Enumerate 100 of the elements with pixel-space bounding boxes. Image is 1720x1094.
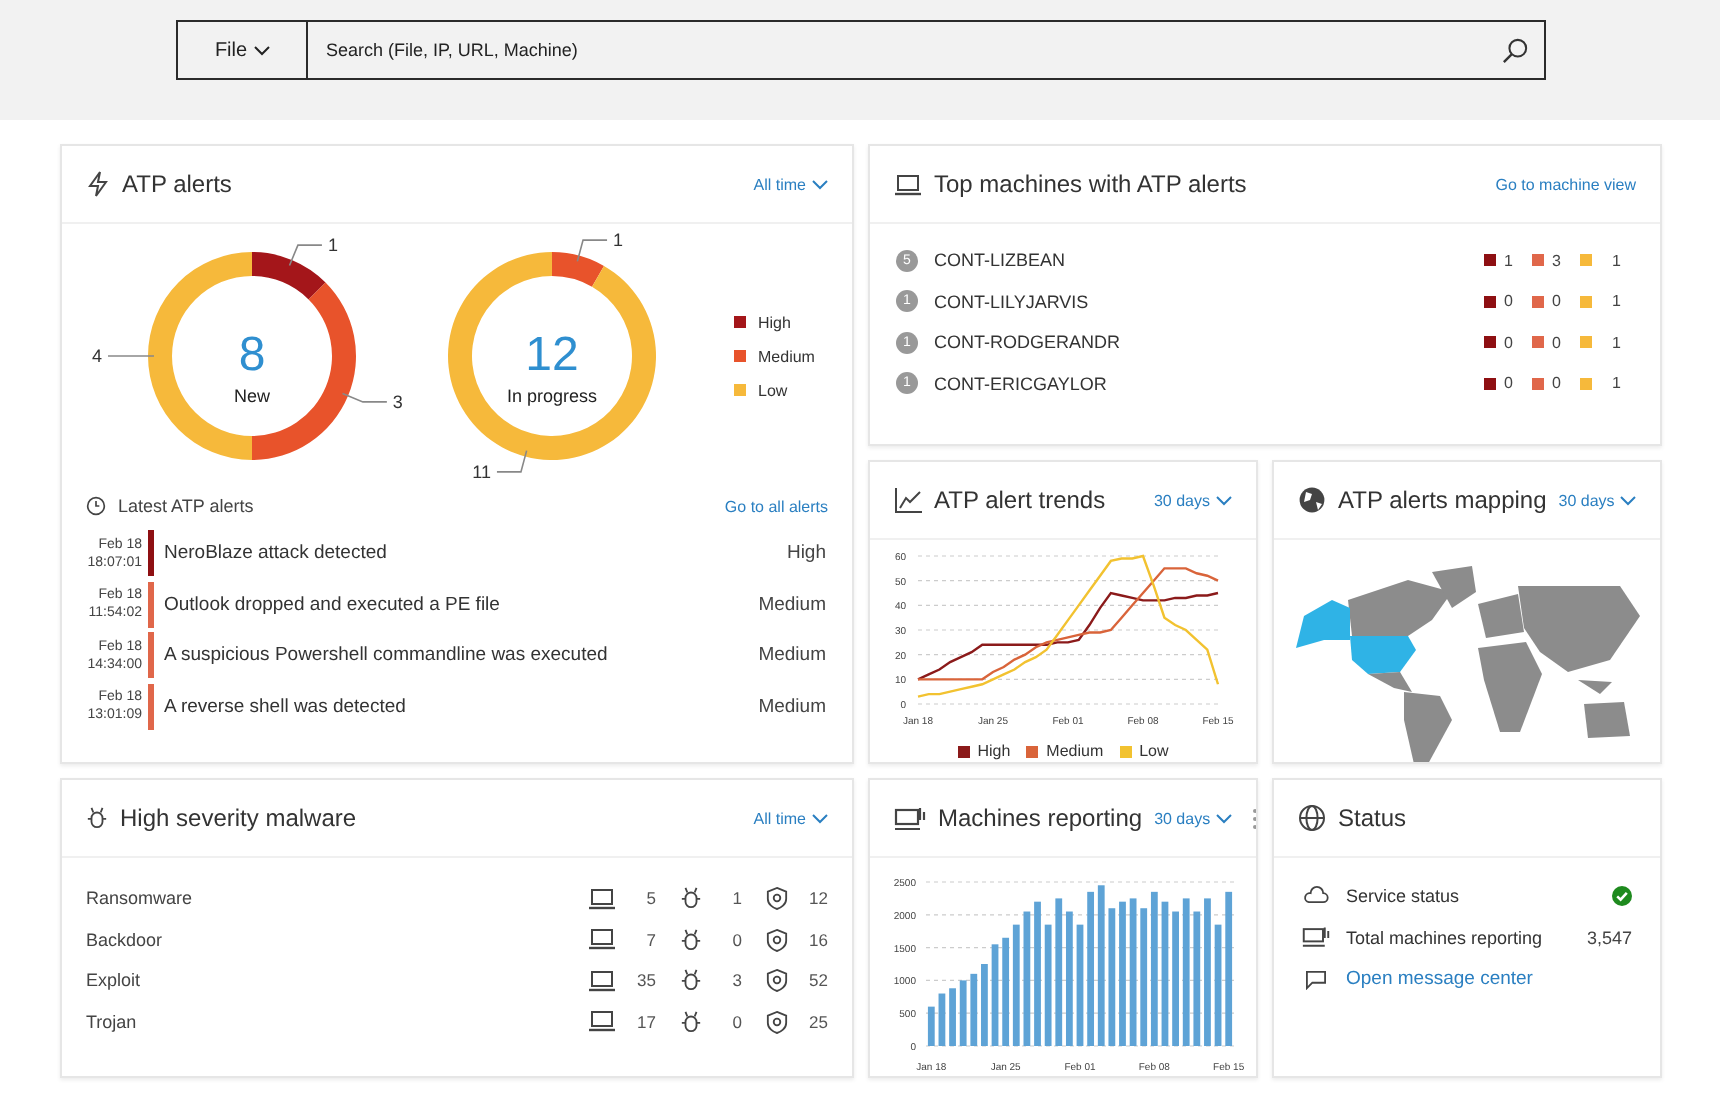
low-count: 1 [1612, 374, 1623, 393]
shield-icon [766, 1009, 788, 1034]
machine-count: 17 [635, 1011, 656, 1032]
chart-bar [1023, 911, 1031, 1046]
chart-bar [949, 988, 956, 1046]
machine-name[interactable]: CONT-LIZBEAN [934, 250, 1468, 271]
time-range-dropdown[interactable]: All time [753, 809, 828, 827]
detection-count: 25 [807, 1011, 828, 1032]
laptop-icon [588, 969, 616, 992]
chart-bar [1193, 911, 1201, 1046]
laptop-icon [588, 928, 616, 951]
medium-severity-swatch [1532, 295, 1544, 308]
search-icon[interactable] [1502, 37, 1528, 63]
card-title: ATP alert trends [934, 486, 1106, 514]
chat-icon [1302, 969, 1330, 989]
time-range-dropdown[interactable]: All time [753, 175, 828, 193]
card-title: ATP alerts mapping [1338, 486, 1547, 514]
alert-severity: Medium [758, 593, 826, 616]
leader-line [341, 392, 388, 403]
message-center-link[interactable]: Open message center [1346, 968, 1533, 990]
search-scope-dropdown[interactable]: File [178, 22, 308, 78]
medium-severity-swatch [1532, 254, 1544, 267]
machine-count: 7 [644, 929, 656, 950]
card-title: Machines reporting [938, 804, 1143, 832]
alert-severity: Medium [758, 644, 826, 667]
alert-title: A suspicious Powershell commandline was executed [164, 644, 608, 667]
data-label: 1 [613, 230, 624, 251]
low-count: 1 [1612, 292, 1623, 311]
machine-view-link[interactable]: Go to machine view [1495, 175, 1636, 193]
caret-icon [1620, 495, 1637, 505]
clock-icon [86, 496, 106, 516]
time-range-dropdown[interactable]: 30 days [1558, 491, 1637, 509]
leader-line [107, 355, 155, 357]
chart-bar [959, 980, 967, 1046]
detection-count: 12 [807, 888, 828, 909]
caret-icon [1216, 495, 1232, 505]
time-range-dropdown[interactable]: 30 days [1154, 809, 1233, 827]
machine-name[interactable]: CONT-LILYJARVIS [934, 291, 1468, 312]
laptop-icon [588, 887, 616, 910]
malware-name[interactable]: Backdoor [86, 929, 564, 950]
legend-label: High [758, 313, 791, 331]
file-count: 1 [730, 888, 742, 909]
malware-name[interactable]: Ransomware [86, 888, 564, 909]
bug-icon [680, 886, 702, 911]
card-title: Top machines with ATP alerts [934, 170, 1247, 198]
laptop-icon [588, 1010, 616, 1033]
legend-label: High [977, 742, 1011, 760]
time-range-dropdown[interactable]: 30 days [1153, 491, 1232, 509]
alert-title: Outlook dropped and executed a PE file [164, 593, 500, 616]
alert-severity: Medium [758, 695, 826, 718]
chart-bar [938, 993, 946, 1046]
data-label: 1 [327, 235, 338, 256]
machine-name[interactable]: CONT-RODGERANDR [934, 332, 1468, 353]
chart-bar [1214, 924, 1222, 1046]
low-count: 1 [1612, 333, 1623, 352]
card-title: High severity malware [120, 804, 357, 832]
cloud-icon [1302, 886, 1330, 904]
chart-bar [991, 944, 999, 1046]
high-count: 0 [1504, 333, 1515, 352]
medium-severity-swatch [1532, 377, 1544, 390]
high-severity-swatch [1484, 336, 1496, 349]
chart-bar [1172, 911, 1179, 1046]
medium-count: 3 [1552, 251, 1563, 270]
detection-count: 52 [807, 970, 828, 991]
high-count: 0 [1504, 292, 1515, 311]
shield-icon [766, 968, 788, 993]
machine-count: 5 [644, 888, 656, 909]
low-severity-swatch [1580, 295, 1592, 308]
monitor-icon [1302, 924, 1330, 950]
low-count: 1 [1612, 251, 1623, 270]
malware-name[interactable]: Trojan [86, 1011, 564, 1032]
monitor-icon [894, 805, 926, 831]
alert-count: 12 [525, 328, 579, 382]
shield-icon [766, 927, 788, 952]
search-bar[interactable]: File Search (File, IP, URL, Machine) [176, 20, 1546, 80]
leader-line [496, 449, 528, 473]
leader-line [576, 239, 608, 263]
chart-bar [1066, 911, 1073, 1046]
medium-severity-swatch [1532, 336, 1544, 349]
chart-bar [927, 1006, 935, 1046]
low-severity-swatch [1580, 336, 1592, 349]
legend-label: Low [758, 381, 788, 399]
chart-bar [1044, 924, 1052, 1046]
leader-line [288, 244, 323, 267]
malware-name[interactable]: Exploit [86, 970, 564, 991]
high-count: 1 [1504, 251, 1515, 270]
bug-icon [680, 927, 702, 952]
file-count: 3 [730, 970, 742, 991]
file-count: 0 [730, 929, 742, 950]
caret-icon [1216, 813, 1233, 823]
machine-name[interactable]: CONT-ERICGAYLOR [934, 373, 1468, 394]
file-count: 0 [730, 1011, 742, 1032]
data-label: 4 [91, 346, 102, 366]
shield-icon [766, 886, 788, 911]
medium-count: 0 [1552, 292, 1563, 311]
all-alerts-link[interactable]: Go to all alerts [724, 497, 828, 515]
bug-icon [680, 968, 702, 993]
search-field[interactable]: Search (File, IP, URL, Machine) [308, 22, 1502, 78]
status-label: Total machines reporting [1346, 927, 1545, 947]
high-severity-swatch [1484, 295, 1496, 308]
